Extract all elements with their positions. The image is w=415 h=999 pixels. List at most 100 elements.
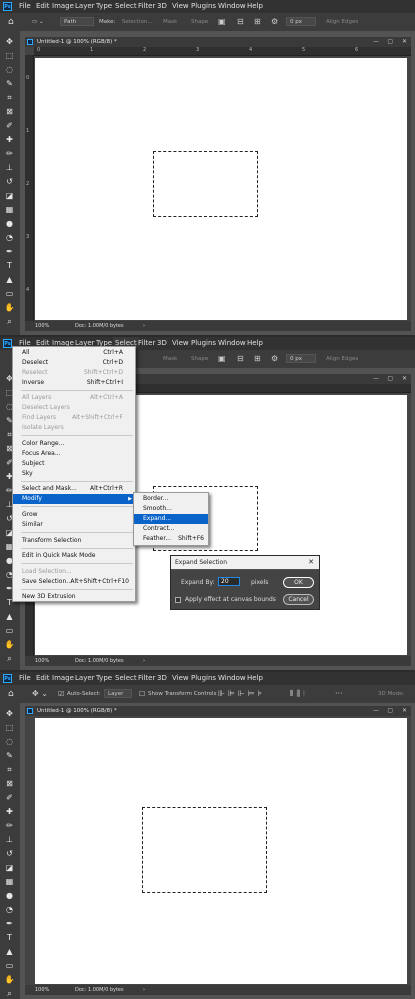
move-tool-icon[interactable]: ✥ — [4, 709, 15, 718]
menu-3d[interactable]: 3D — [155, 0, 169, 13]
make-shape-button[interactable]: Shape — [191, 13, 208, 31]
lasso-tool-icon[interactable]: ◌ — [4, 65, 15, 74]
hand-tool-icon[interactable]: ✋ — [4, 303, 15, 312]
dodge-tool-icon[interactable]: ◔ — [4, 233, 15, 242]
path-select-tool-icon[interactable]: ▲ — [4, 947, 15, 956]
make-selection-button[interactable]: Selection... — [122, 13, 153, 31]
lasso-tool-icon[interactable]: ◌ — [4, 737, 15, 746]
path-tool-icon[interactable]: ▭ ⌄ — [32, 13, 44, 31]
menu-3d[interactable]: 3D — [155, 337, 169, 350]
modify-submenu-item[interactable]: Contract... — [134, 524, 208, 534]
menu-select[interactable]: Select — [113, 672, 139, 685]
path-alignment-icon[interactable]: ⊟ — [237, 350, 244, 368]
eraser-tool-icon[interactable]: ◪ — [4, 863, 15, 872]
select-menu-item[interactable]: All Layers Alt+Ctrl+A — [13, 393, 135, 403]
path-mode-select[interactable]: Path — [60, 17, 94, 26]
restore-icon[interactable]: ▢ — [387, 374, 393, 384]
show-transform-checkbox-icon[interactable]: ☐ — [139, 685, 145, 703]
history-brush-icon[interactable]: ↺ — [4, 849, 15, 858]
menu-plugins[interactable]: Plugins — [189, 0, 218, 13]
make-mask-button[interactable]: Mask — [163, 13, 177, 31]
menu-window[interactable]: Window — [216, 0, 248, 13]
menu-file[interactable]: File — [17, 672, 33, 685]
shape-tool-icon[interactable]: ▭ — [4, 289, 15, 298]
minimize-icon[interactable]: — — [373, 374, 379, 384]
menu-edit[interactable]: Edit — [34, 672, 52, 685]
radius-input[interactable]: 0 px — [286, 354, 316, 363]
brush-tool-icon[interactable]: ✏ — [4, 149, 15, 158]
history-brush-icon[interactable]: ↺ — [4, 177, 15, 186]
frame-tool-icon[interactable]: ⊠ — [4, 107, 15, 116]
blur-tool-icon[interactable]: ● — [4, 891, 15, 900]
align-edges-checkbox[interactable]: Align Edges — [326, 350, 358, 368]
auto-select-checkbox-icon[interactable]: ☑ — [58, 685, 64, 703]
make-shape-button[interactable]: Shape — [191, 350, 208, 368]
radius-input[interactable]: 0 px — [286, 17, 316, 26]
select-menu-item[interactable]: Inverse Shift+Ctrl+I — [13, 378, 135, 388]
document-tab-3[interactable]: Untitled-1 @ 100% (RGB/8) * — ▢ ✕ — [25, 706, 411, 716]
menu-help[interactable]: Help — [245, 0, 265, 13]
path-alignment-icon[interactable]: ⊟ — [237, 13, 244, 31]
select-menu-item[interactable]: Isolate Layers — [13, 423, 135, 433]
menu-select[interactable]: Select — [113, 0, 139, 13]
zoom-level[interactable]: 100% — [35, 656, 49, 666]
select-menu-item[interactable]: Select and Mask... Alt+Ctrl+R — [13, 484, 135, 494]
dodge-tool-icon[interactable]: ◔ — [4, 905, 15, 914]
menu-plugins[interactable]: Plugins — [189, 337, 218, 350]
gradient-tool-icon[interactable]: ▦ — [4, 205, 15, 214]
healing-tool-icon[interactable]: ✚ — [4, 807, 15, 816]
restore-icon[interactable]: ▢ — [387, 706, 393, 716]
canvas[interactable] — [35, 58, 407, 320]
expand-by-input[interactable]: 20 — [218, 577, 240, 586]
minimize-icon[interactable]: — — [373, 706, 379, 716]
select-menu-item[interactable]: Similar — [13, 520, 135, 530]
zoom-tool-icon[interactable]: ⌕ — [4, 654, 15, 663]
crop-tool-icon[interactable]: ⌗ — [4, 765, 15, 774]
menu-window[interactable]: Window — [216, 672, 248, 685]
menu-window[interactable]: Window — [216, 337, 248, 350]
align-edges-checkbox[interactable]: Align Edges — [326, 13, 358, 31]
minimize-icon[interactable]: — — [373, 37, 379, 47]
hand-tool-icon[interactable]: ✋ — [4, 640, 15, 649]
status-arrow-icon[interactable]: › — [143, 656, 145, 666]
select-menu-item[interactable]: New 3D Extrusion — [13, 592, 135, 602]
select-menu-item[interactable]: Subject — [13, 459, 135, 469]
menu-view[interactable]: View — [170, 672, 191, 685]
select-menu-item[interactable]: Find Layers Alt+Shift+Ctrl+F — [13, 413, 135, 423]
gradient-tool-icon[interactable]: ▦ — [4, 877, 15, 886]
select-menu-item[interactable]: Focus Area... — [13, 449, 135, 459]
path-operations-icon[interactable]: ▣ — [218, 13, 226, 31]
menu-layer[interactable]: Layer — [73, 672, 97, 685]
zoom-tool-icon[interactable]: ⌕ — [4, 317, 15, 326]
menu-help[interactable]: Help — [245, 672, 265, 685]
modify-submenu-item[interactable]: Border... — [134, 494, 208, 504]
auto-select-target-select[interactable]: Layer — [104, 689, 132, 698]
modify-submenu-item[interactable]: Feather... Shift+F6 — [134, 534, 208, 544]
zoom-level[interactable]: 100% — [35, 985, 49, 995]
close-icon[interactable]: ✕ — [402, 706, 407, 716]
zoom-tool-icon[interactable]: ⌕ — [4, 989, 15, 998]
select-menu-item[interactable]: Deselect Layers — [13, 403, 135, 413]
eraser-tool-icon[interactable]: ◪ — [4, 191, 15, 200]
stamp-tool-icon[interactable]: ⊥ — [4, 163, 15, 172]
more-options-icon[interactable]: ··· — [335, 685, 343, 703]
select-menu-item[interactable]: Grow — [13, 510, 135, 520]
zoom-level[interactable]: 100% — [35, 321, 49, 331]
path-arrangement-icon[interactable]: ⊞ — [254, 350, 261, 368]
menu-view[interactable]: View — [170, 337, 191, 350]
type-tool-icon[interactable]: T — [4, 261, 15, 270]
shape-tool-icon[interactable]: ▭ — [4, 626, 15, 635]
document-tab[interactable]: Untitled-1 @ 100% (RGB/8) * — ▢ ✕ — [25, 37, 411, 47]
crop-tool-icon[interactable]: ⌗ — [4, 93, 15, 102]
path-select-tool-icon[interactable]: ▲ — [4, 612, 15, 621]
menu-type[interactable]: Type — [94, 672, 114, 685]
menu-view[interactable]: View — [170, 0, 191, 13]
marquee-tool-icon[interactable]: ⬚ — [4, 51, 15, 60]
menu-3d[interactable]: 3D — [155, 672, 169, 685]
home-icon[interactable]: ⌂ — [8, 685, 14, 703]
brush-tool-icon[interactable]: ✏ — [4, 821, 15, 830]
modify-submenu-item-expand[interactable]: Expand... — [134, 514, 208, 524]
path-select-tool-icon[interactable]: ▲ — [4, 275, 15, 284]
hand-tool-icon[interactable]: ✋ — [4, 975, 15, 984]
select-menu-item[interactable]: All Ctrl+A — [13, 348, 135, 358]
